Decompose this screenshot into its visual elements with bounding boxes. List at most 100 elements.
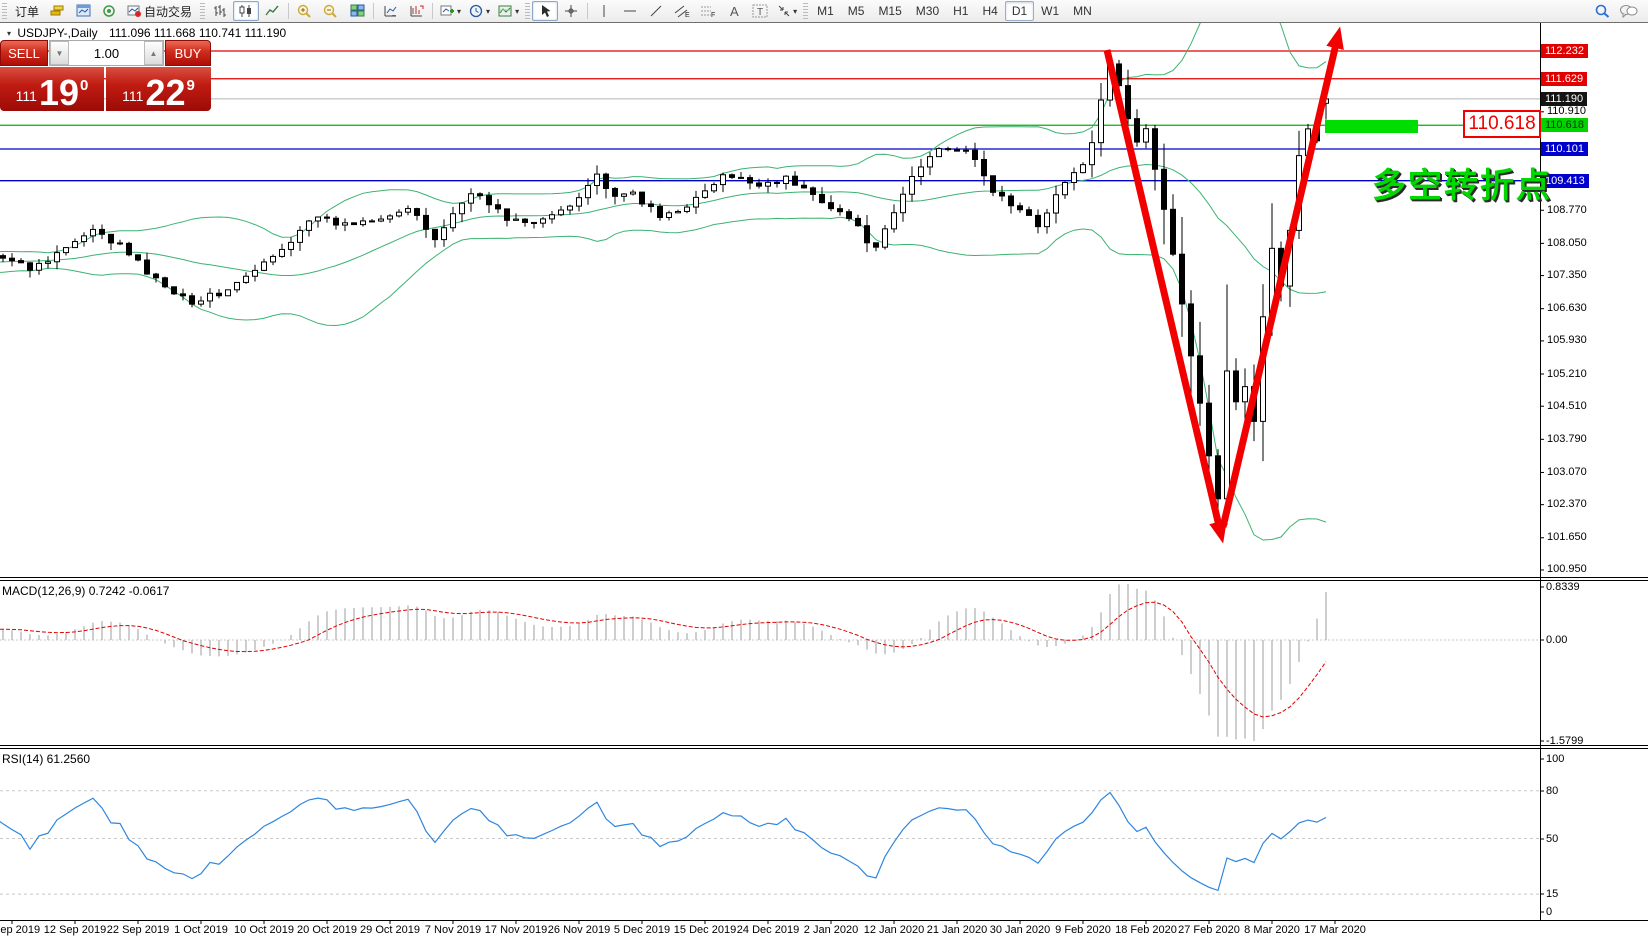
- price-axis-tick: 107.350: [1547, 269, 1587, 281]
- price-axis-tick: 110.910: [1547, 105, 1586, 117]
- price-axis-tick: 105.930: [1547, 334, 1587, 346]
- bar-chart-icon[interactable]: [207, 1, 233, 21]
- macd-axis-tick: 0.8339: [1546, 581, 1580, 593]
- cursor-tool[interactable]: [532, 1, 558, 21]
- ea-signal-icon[interactable]: [97, 1, 123, 21]
- chat-icon[interactable]: [1615, 1, 1642, 21]
- new-chart-dropdown[interactable]: ▾: [436, 1, 465, 21]
- zoom-out-icon[interactable]: [318, 1, 344, 21]
- new-order-label: 订单: [15, 3, 39, 20]
- timeframe-mn[interactable]: MN: [1066, 1, 1099, 21]
- market-watch-icon[interactable]: [71, 1, 97, 21]
- sell-button[interactable]: SELL: [0, 40, 48, 66]
- fibonacci-tool[interactable]: F: [695, 1, 721, 21]
- price-badge-112.232: 112.232: [1541, 44, 1588, 58]
- horizontal-line-tool[interactable]: [617, 1, 643, 21]
- candlestick-chart-icon[interactable]: [233, 1, 259, 21]
- date-axis-label: 10 Oct 2019: [234, 924, 294, 936]
- timeframe-bar: M1M5M15M30H1H4D1W1MN: [810, 1, 1099, 21]
- bid-prefix: 111: [16, 88, 37, 104]
- date-axis-label: 21 Jan 2020: [927, 924, 988, 936]
- timeframe-h4[interactable]: H4: [975, 1, 1004, 21]
- price-axis-tick: 108.050: [1547, 237, 1587, 249]
- price-axis-tick: 100.950: [1547, 563, 1587, 575]
- timeframe-d1[interactable]: D1: [1005, 1, 1034, 21]
- zoom-in-icon[interactable]: [292, 1, 318, 21]
- data-window-icon[interactable]: [377, 1, 403, 21]
- buy-button[interactable]: BUY: [165, 40, 211, 66]
- one-click-trading-panel: SELL ▼ ▲ BUY 111 19 0 111 22 9: [0, 40, 211, 111]
- rsi-axis-tick: 0: [1546, 906, 1552, 918]
- macd-axis-tick: -1.5799: [1546, 735, 1583, 747]
- ask-price[interactable]: 111 22 9: [106, 67, 211, 111]
- date-axis-label: 17 Mar 2020: [1304, 924, 1366, 936]
- line-chart-icon[interactable]: [259, 1, 285, 21]
- date-axis-label: 5 Dec 2019: [614, 924, 670, 936]
- volume-input[interactable]: [69, 41, 144, 65]
- mt4-terminal: { "toolbar": { "order_label": "订单", "aut…: [0, 0, 1648, 942]
- macd-axis-tick: 0.00: [1546, 634, 1567, 646]
- date-axis-label: 7 Nov 2019: [425, 924, 481, 936]
- text-tool[interactable]: A: [721, 1, 747, 21]
- symbol-period-label: USDJPY-,Daily: [17, 26, 97, 40]
- oneclick-toggle-icon[interactable]: ▾: [7, 29, 11, 38]
- timeframe-m30[interactable]: M30: [909, 1, 946, 21]
- timeframe-h1[interactable]: H1: [946, 1, 975, 21]
- date-axis-label: 2 Sep 2019: [0, 924, 40, 936]
- timeframe-w1[interactable]: W1: [1034, 1, 1066, 21]
- volume-stepper: ▼ ▲: [49, 40, 164, 66]
- volume-decrease-button[interactable]: ▼: [50, 41, 69, 65]
- timeframe-m15[interactable]: M15: [871, 1, 908, 21]
- price-badge-111.629: 111.629: [1541, 72, 1587, 86]
- date-axis-label: 9 Feb 2020: [1055, 924, 1111, 936]
- trendline-tool[interactable]: [643, 1, 669, 21]
- price-axis-tick: 103.070: [1547, 466, 1587, 478]
- template-dropdown[interactable]: ▾: [494, 1, 523, 21]
- autotrading-button[interactable]: 自动交易: [123, 1, 198, 21]
- vertical-line-tool[interactable]: [591, 1, 617, 21]
- timeframe-m1[interactable]: M1: [810, 1, 841, 21]
- price-badge-110.101: 110.101: [1541, 142, 1588, 156]
- bid-big-digits: 19: [39, 78, 79, 108]
- macd-label: MACD(12,26,9) 0.7242 -0.0617: [2, 584, 169, 598]
- date-axis-label: 12 Jan 2020: [864, 924, 925, 936]
- arrows-tool-dropdown[interactable]: ▾: [773, 1, 801, 21]
- date-axis-label: 29 Oct 2019: [360, 924, 420, 936]
- date-axis-label: 27 Feb 2020: [1178, 924, 1240, 936]
- date-axis-label: 24 Dec 2019: [737, 924, 799, 936]
- text-label-tool[interactable]: T: [747, 1, 773, 21]
- date-axis-label: 2 Jan 2020: [804, 924, 858, 936]
- timeframe-m5[interactable]: M5: [841, 1, 872, 21]
- price-axis-tick: 105.210: [1547, 368, 1587, 380]
- equidistant-channel-tool[interactable]: E: [669, 1, 695, 21]
- date-axis-label: 26 Nov 2019: [548, 924, 610, 936]
- gold-bars-icon[interactable]: [45, 1, 71, 21]
- date-axis-label: 22 Sep 2019: [107, 924, 169, 936]
- chart-canvas[interactable]: [0, 0, 1648, 942]
- rsi-axis-tick: 80: [1546, 785, 1558, 797]
- indicator-list-icon[interactable]: [403, 1, 429, 21]
- date-axis-label: 15 Dec 2019: [674, 924, 736, 936]
- date-axis-label: 12 Sep 2019: [44, 924, 106, 936]
- new-order-button[interactable]: 订单: [9, 1, 45, 21]
- search-icon[interactable]: [1589, 1, 1615, 21]
- period-clock-dropdown[interactable]: ▾: [465, 1, 494, 21]
- svg-text:T: T: [757, 7, 763, 18]
- volume-increase-button[interactable]: ▲: [144, 41, 163, 65]
- crosshair-tool[interactable]: [558, 1, 584, 21]
- svg-text:F: F: [711, 12, 715, 18]
- date-axis-label: 17 Nov 2019: [485, 924, 547, 936]
- svg-text:E: E: [685, 12, 690, 18]
- ask-pip-digit: 9: [186, 77, 194, 94]
- toolbar-grip: [2, 3, 7, 19]
- rsi-label: RSI(14) 61.2560: [2, 752, 90, 766]
- ohlc-values: 111.096 111.668 110.741 111.190: [109, 26, 286, 40]
- date-axis-label: 20 Oct 2019: [297, 924, 357, 936]
- tile-windows-icon[interactable]: [344, 1, 370, 21]
- price-axis-tick: 102.370: [1547, 498, 1587, 510]
- bid-price[interactable]: 111 19 0: [0, 67, 104, 111]
- price-badge-111.190: 111.190: [1541, 92, 1587, 106]
- ask-prefix: 111: [122, 88, 143, 104]
- price-axis-tick: 108.770: [1547, 204, 1587, 216]
- bid-pip-digit: 0: [80, 77, 88, 94]
